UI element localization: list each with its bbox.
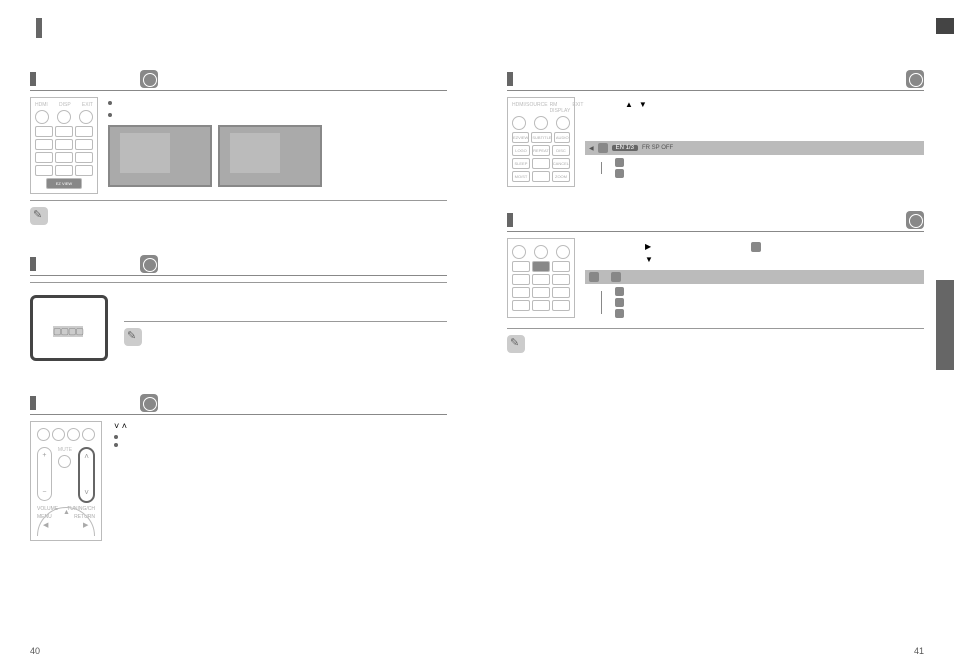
tv-screen-zoom [30,295,108,361]
chevron-down-icon: ˅ [84,489,89,497]
remote-panel-ezview: HDMIDISPEXIT EZ VIEW [30,97,98,194]
ezview-button[interactable]: EZ VIEW [46,178,82,189]
header-marker-right [936,18,954,34]
disc-icon [906,211,924,229]
subtitle-icon [589,272,599,282]
transport-btn[interactable] [52,428,65,441]
nav-right-icon: ▶ [645,243,651,251]
note-icon [124,328,142,346]
subtitle-button[interactable] [532,261,550,272]
remote-panel-tuning: + − MUTE ˄ ˅ VOLUME TUNING/CH MENU RETUR… [30,421,102,541]
disc-icon [140,394,158,412]
osd-subtitle-bar [585,270,924,284]
osd-audio-bar: ◀ EN 1/3 FR SP OFF [585,141,924,155]
bullet-icon [108,113,112,117]
nav-down-icon: ▼ [645,256,653,264]
tuning-icons: ˅ ˄ [114,421,127,431]
bullet-icon [114,443,118,447]
note-icon [30,207,48,225]
nav-left[interactable]: ◀ [43,521,48,529]
section-marker [30,396,36,410]
page-number-left: 40 [30,646,40,656]
osd-audio-selected: EN 1/3 [612,145,638,151]
bullet-icon [108,101,112,105]
note-icon [507,335,525,353]
osd-option-icon [615,309,624,318]
nav-up-icon: ▲ [625,101,633,109]
section-marker [30,72,36,86]
disc-icon [906,70,924,88]
section-marker [30,257,36,271]
transport-btn[interactable] [37,428,50,441]
subtitle-icon [611,272,621,282]
side-tab [936,280,954,370]
osd-option-icon [615,298,624,307]
osd-option-icon [615,158,624,167]
subtitle-icon [751,242,761,252]
disc-icon [140,70,158,88]
remote-panel-audio: HDMI/SOURCERM DISPLAYEXIT EZVIEWSUBTITLE… [507,97,575,187]
transport-btn[interactable] [67,428,80,441]
aspect-preview-normal [218,125,322,187]
section-marker [507,213,513,227]
chevron-up-icon: ˄ [84,453,89,461]
osd-option-icon [615,287,624,296]
nav-down-icon: ▼ [639,101,647,109]
header-marker [36,18,42,38]
nav-right[interactable]: ▶ [83,521,88,529]
aspect-preview-wide [108,125,212,187]
transport-btn[interactable] [82,428,95,441]
volume-rocker[interactable]: + − [37,447,52,501]
audio-icon [598,143,608,153]
disc-icon [140,255,158,273]
section-marker [507,72,513,86]
tuning-rocker[interactable]: ˄ ˅ [78,447,95,503]
bullet-icon [114,435,118,439]
nav-up[interactable]: ▲ [63,509,70,516]
remote-panel-subtitle [507,238,575,318]
page-number-right: 41 [914,646,924,656]
osd-audio-rest: FR SP OFF [642,145,673,151]
osd-option-icon [615,169,624,178]
